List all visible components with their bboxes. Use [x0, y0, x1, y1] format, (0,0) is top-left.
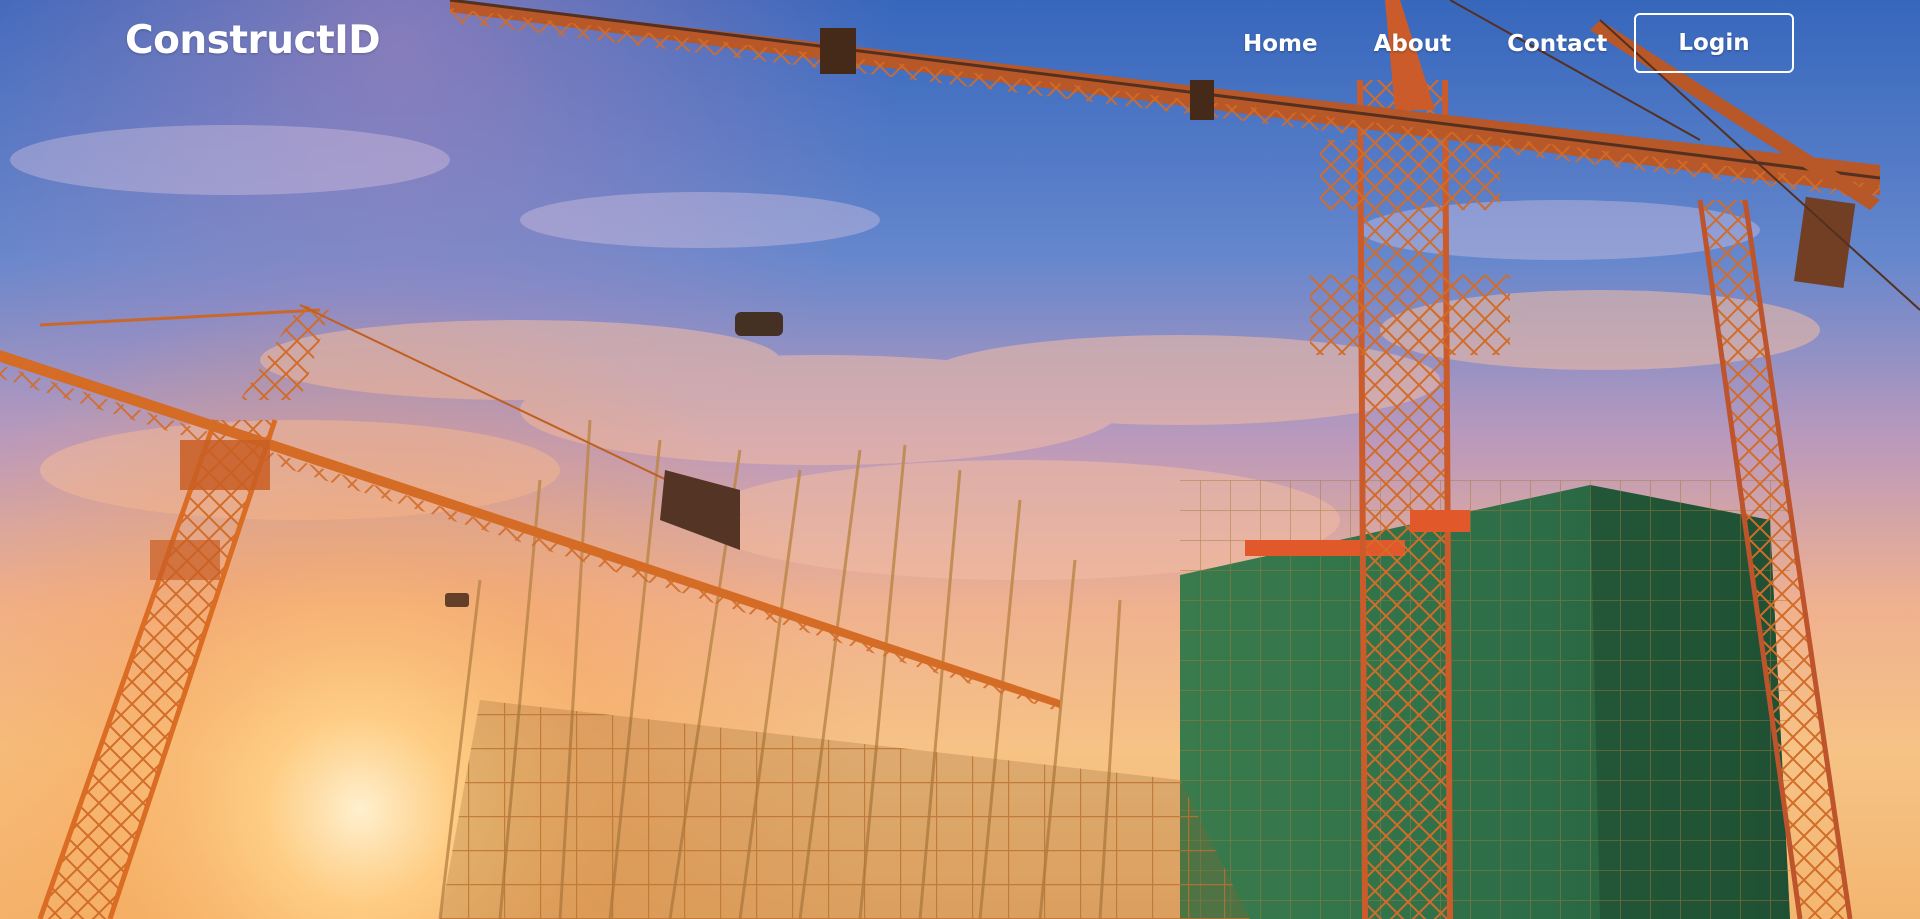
hero-section: ConstructID Home About Contact Login — [0, 0, 1920, 919]
login-button[interactable]: Login — [1634, 13, 1794, 73]
brand-logo[interactable]: ConstructID — [125, 18, 381, 63]
nav-link-about[interactable]: About — [1374, 29, 1451, 59]
top-navbar: ConstructID Home About Contact Login — [0, 0, 1920, 90]
nav-link-home[interactable]: Home — [1243, 29, 1318, 59]
nav-links: Home About Contact — [1243, 29, 1663, 59]
nav-link-contact[interactable]: Contact — [1507, 29, 1607, 59]
construction-site-image — [0, 0, 1920, 919]
